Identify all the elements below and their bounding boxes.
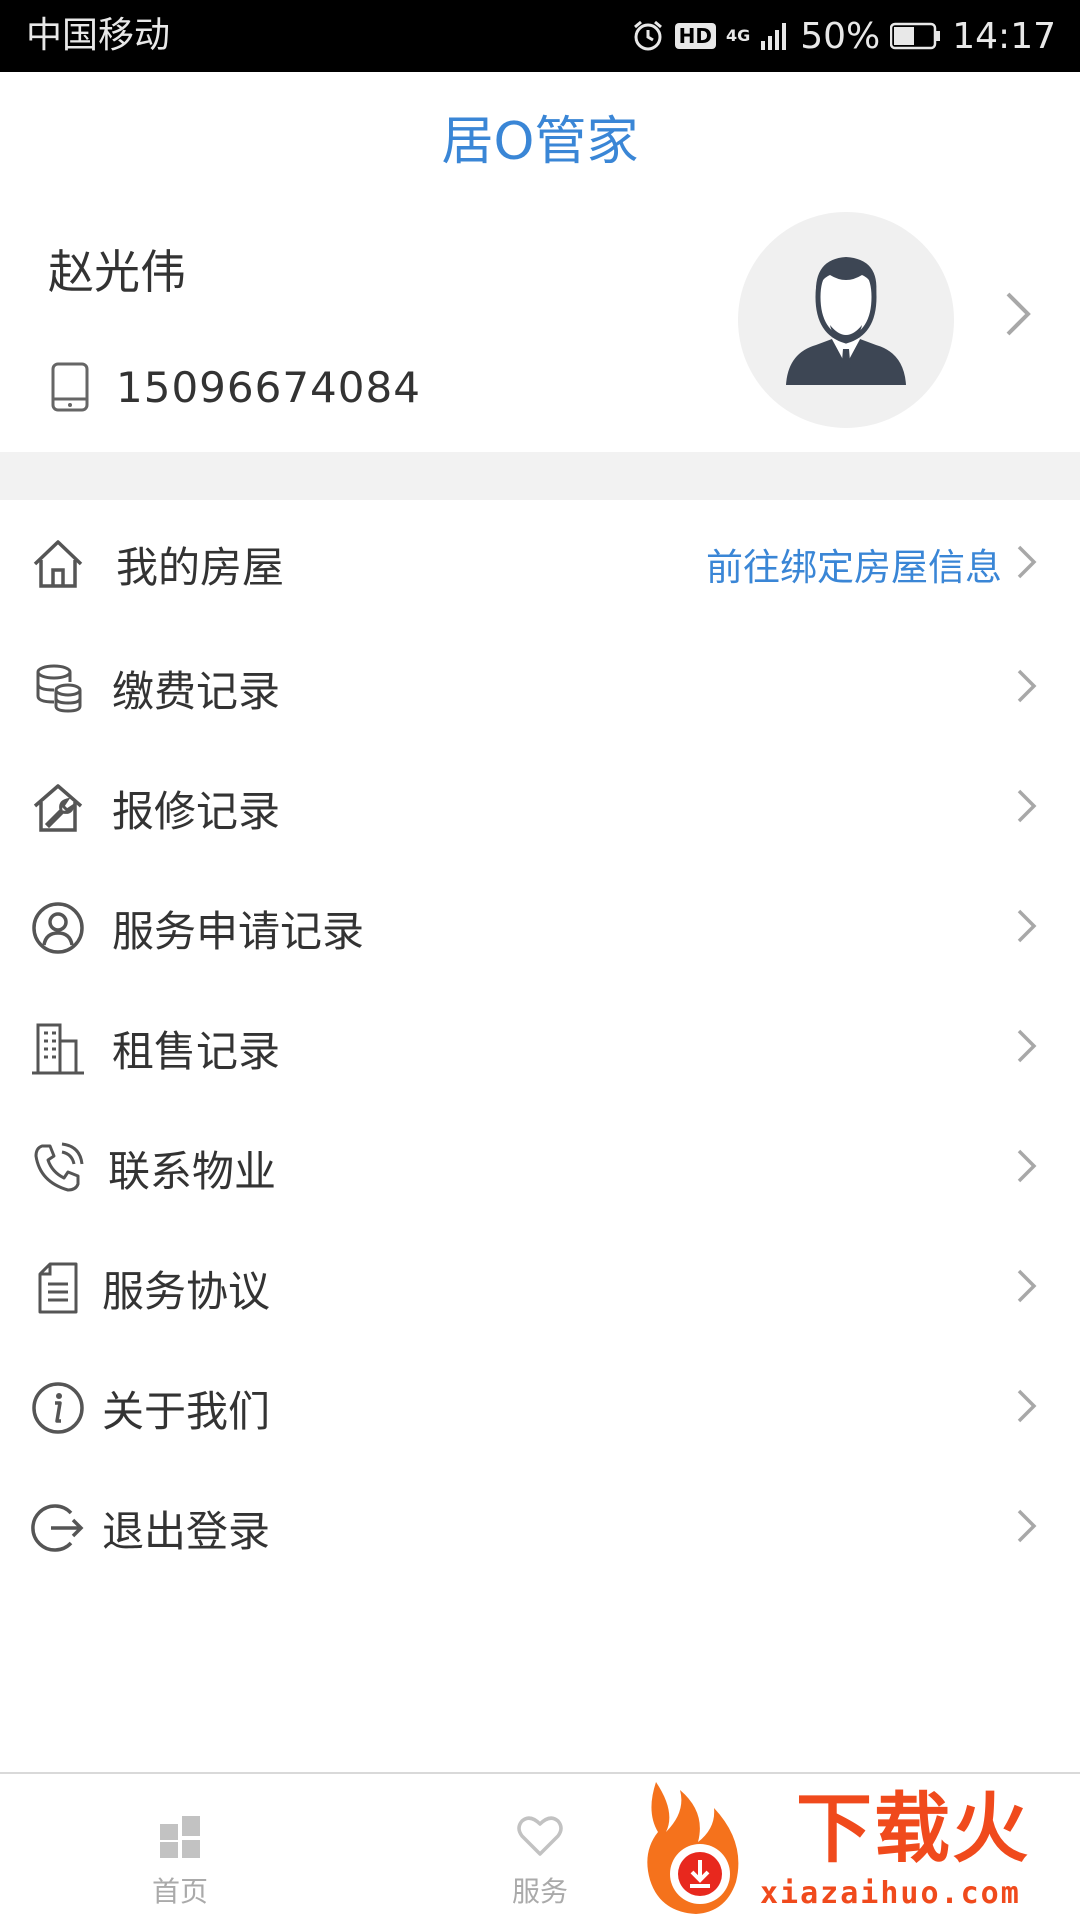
watermark-text: 下载火 [796, 1784, 1030, 1873]
phone-row: 15096674084 [50, 352, 421, 422]
building-icon [30, 1020, 86, 1076]
menu-item-label: 退出登录 [102, 1506, 271, 1556]
section-divider [0, 452, 1080, 500]
document-icon [30, 1260, 86, 1316]
status-icons: HD 4G 50% 14:17 [631, 14, 1056, 58]
signal-icon [760, 21, 790, 51]
menu-item-about-us[interactable]: 关于我们 [0, 1348, 1080, 1468]
nav-tab-service[interactable]: 服务 [440, 1774, 640, 1920]
network-type: 4G [725, 26, 751, 45]
info-icon [30, 1380, 86, 1436]
avatar[interactable] [738, 212, 954, 428]
menu-item-repair-records[interactable]: 报修记录 [0, 748, 1080, 868]
menu-list: 我的房屋 前往绑定房屋信息 缴费记录 报修记录 服务申请记录 租售记录 联系物业… [0, 500, 1080, 1588]
battery-percent: 50% [800, 15, 881, 57]
chevron-right-icon [1016, 1268, 1038, 1308]
menu-item-label: 服务申请记录 [112, 906, 365, 956]
menu-item-label: 报修记录 [112, 786, 281, 836]
profile-card[interactable]: 赵光伟 15096674084 [0, 212, 1080, 452]
chevron-right-icon [1016, 1388, 1038, 1428]
menu-item-label: 服务协议 [102, 1266, 271, 1316]
chevron-right-icon [1016, 788, 1038, 828]
menu-item-label: 我的房屋 [116, 542, 285, 592]
status-bar: 中国移动 HD 4G 50% 14:17 [0, 0, 1080, 72]
alarm-icon [631, 19, 665, 53]
chevron-right-icon [1004, 290, 1032, 342]
chevron-right-icon [1016, 1148, 1038, 1188]
page-title: 居O管家 [441, 112, 639, 172]
menu-item-logout[interactable]: 退出登录 [0, 1468, 1080, 1588]
menu-item-my-house[interactable]: 我的房屋 前往绑定房屋信息 [0, 500, 1080, 628]
menu-item-label: 租售记录 [112, 1026, 281, 1076]
watermark: 下载火 xiazaihuo.com [636, 1772, 1080, 1920]
menu-item-label: 关于我们 [102, 1386, 271, 1436]
nav-label: 首页 [151, 1875, 208, 1908]
menu-item-contact-property[interactable]: 联系物业 [0, 1108, 1080, 1228]
menu-item-payment-records[interactable]: 缴费记录 [0, 628, 1080, 748]
hd-badge: HD [674, 23, 716, 49]
menu-item-label: 联系物业 [108, 1146, 277, 1196]
chevron-right-icon [1016, 1508, 1038, 1548]
user-circle-icon [30, 900, 86, 956]
clock: 14:17 [952, 15, 1056, 57]
menu-item-service-agreement[interactable]: 服务协议 [0, 1228, 1080, 1348]
watermark-domain: xiazaihuo.com [760, 1876, 1021, 1911]
nav-label: 服务 [511, 1875, 568, 1908]
carrier-label: 中国移动 [26, 15, 171, 56]
phone-icon [30, 1140, 86, 1196]
user-name: 赵光伟 [48, 245, 186, 299]
chevron-right-icon [1016, 668, 1038, 708]
phone-number: 15096674084 [116, 362, 421, 412]
repair-house-icon [30, 780, 86, 836]
logout-icon [30, 1500, 86, 1556]
house-icon [30, 536, 86, 592]
chevron-right-icon [1016, 544, 1038, 584]
chevron-right-icon [1016, 1028, 1038, 1068]
bind-house-link[interactable]: 前往绑定房屋信息 [706, 537, 1002, 591]
battery-icon [890, 22, 942, 50]
user-avatar-icon [786, 257, 906, 385]
mobile-phone-icon [51, 362, 89, 412]
menu-item-service-application-records[interactable]: 服务申请记录 [0, 868, 1080, 988]
menu-item-label: 缴费记录 [112, 666, 281, 716]
menu-item-rental-sale-records[interactable]: 租售记录 [0, 988, 1080, 1108]
coins-icon [30, 660, 86, 716]
chevron-right-icon [1016, 908, 1038, 948]
heart-icon [516, 1812, 564, 1860]
nav-tab-home[interactable]: 首页 [80, 1774, 280, 1920]
grid-icon [156, 1812, 204, 1860]
